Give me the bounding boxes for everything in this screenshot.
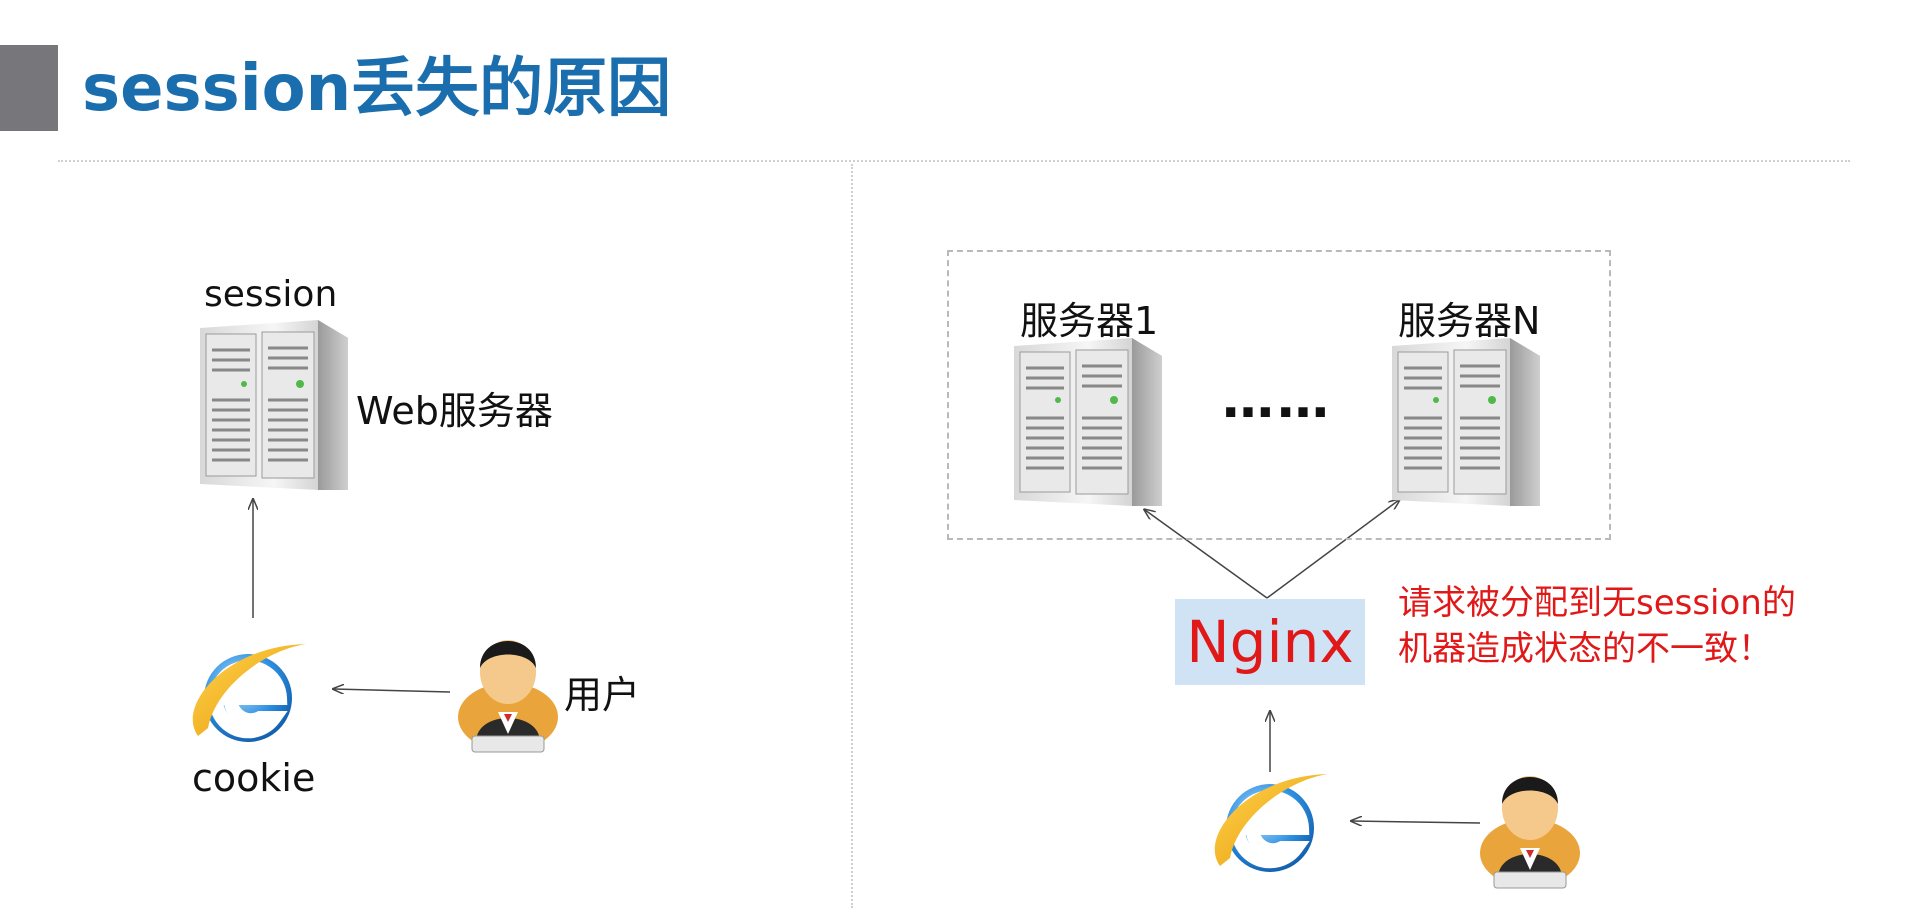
server1-icon <box>1014 338 1162 506</box>
server1-label: 服务器1 <box>1020 299 1159 343</box>
user-icon-right <box>1480 776 1580 889</box>
cookie-label: cookie <box>192 756 316 800</box>
browser-icon <box>192 644 306 742</box>
warning-note-line2: 机器造成状态的不一致！ <box>1398 629 1772 669</box>
arrow-user-to-browser-left <box>334 689 451 692</box>
arrow-user-to-browser-right <box>1352 821 1481 823</box>
warning-note: 请求被分配到无session的 机器造成状态的不一致！ <box>1398 580 1796 672</box>
session-label: session <box>204 274 338 315</box>
serverN-label: 服务器N <box>1398 299 1541 343</box>
user-icon <box>458 640 558 753</box>
warning-note-line1: 请求被分配到无session的 <box>1398 583 1796 623</box>
user-label: 用户 <box>564 673 641 717</box>
web-server-label: Web服务器 <box>356 389 553 433</box>
web-server-icon <box>200 320 348 490</box>
nginx-label: Nginx <box>1186 608 1354 676</box>
serverN-icon <box>1392 338 1540 506</box>
browser-icon-right <box>1214 774 1328 872</box>
ellipsis-more-servers: …… <box>1222 370 1332 430</box>
